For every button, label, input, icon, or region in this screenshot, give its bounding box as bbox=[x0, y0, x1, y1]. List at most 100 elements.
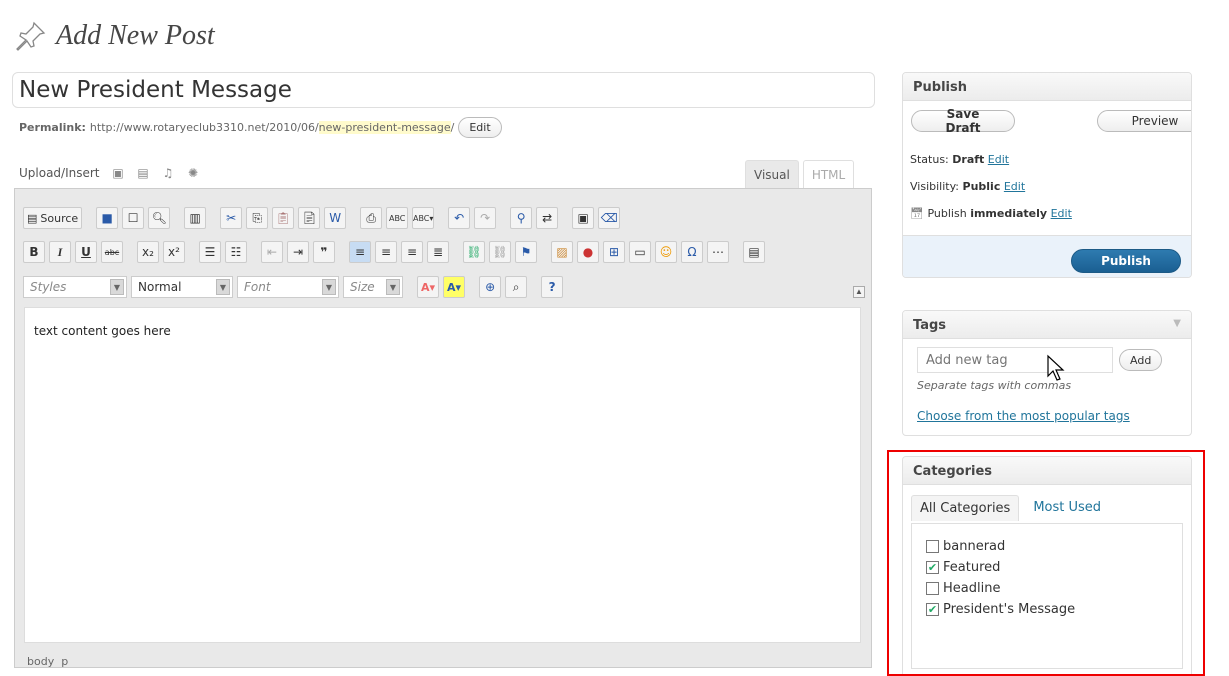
numbered-list-icon[interactable]: ☰ bbox=[199, 241, 221, 263]
find-icon[interactable]: ⚲ bbox=[510, 207, 533, 229]
horizontal-rule-icon[interactable]: ▭ bbox=[629, 241, 651, 263]
tab-most-used[interactable]: Most Used bbox=[1025, 495, 1109, 521]
category-label: Headline bbox=[943, 581, 1001, 596]
preview-button[interactable]: Preview bbox=[1097, 110, 1191, 132]
bulleted-list-icon[interactable]: ☷ bbox=[225, 241, 247, 263]
status-edit-link[interactable]: Edit bbox=[988, 153, 1009, 166]
strikethrough-icon[interactable]: abc bbox=[101, 241, 123, 263]
checkbox-checked-icon[interactable]: ✔ bbox=[926, 561, 939, 574]
text-color-icon[interactable]: A▾ bbox=[417, 276, 440, 298]
blockquote-icon[interactable]: ❞ bbox=[313, 241, 335, 263]
align-center-icon[interactable]: ≡ bbox=[375, 241, 397, 263]
outdent-icon[interactable]: ⇤ bbox=[261, 241, 283, 263]
publish-box-title: Publish bbox=[913, 80, 967, 95]
help-icon[interactable]: ? bbox=[541, 276, 564, 298]
post-title-input[interactable] bbox=[12, 72, 875, 108]
permalink-slug[interactable]: new-president-message bbox=[318, 121, 451, 134]
checkbox-checked-icon[interactable]: ✔ bbox=[926, 603, 939, 616]
undo-icon[interactable]: ↶ bbox=[448, 207, 471, 229]
superscript-icon[interactable]: x² bbox=[163, 241, 185, 263]
unlink-icon[interactable]: ⛓ bbox=[489, 241, 511, 263]
category-item[interactable]: ✔ President's Message bbox=[926, 599, 1168, 620]
checkbox-icon[interactable] bbox=[926, 540, 939, 553]
smiley-icon[interactable]: ☺ bbox=[655, 241, 677, 263]
maximize-icon[interactable]: ⊕ bbox=[479, 276, 502, 298]
visibility-edit-link[interactable]: Edit bbox=[1004, 180, 1025, 193]
add-image-icon[interactable]: ▣ bbox=[112, 167, 125, 179]
font-select[interactable]: Font ▼ bbox=[237, 276, 339, 298]
paste-word-icon[interactable]: W bbox=[324, 207, 347, 229]
collapse-toolbar-icon[interactable]: ▲ bbox=[853, 286, 865, 298]
redo-icon[interactable]: ↷ bbox=[474, 207, 497, 229]
format-select[interactable]: Normal ▼ bbox=[131, 276, 233, 298]
remove-format-icon[interactable]: ⌫ bbox=[598, 207, 621, 229]
show-blocks-icon[interactable]: ⌕ bbox=[505, 276, 528, 298]
source-button[interactable]: ▤ Source bbox=[23, 207, 83, 229]
flash-icon[interactable]: ● bbox=[577, 241, 599, 263]
permalink-edit-button[interactable]: Edit bbox=[458, 117, 502, 138]
print-icon[interactable]: ⎙ bbox=[360, 207, 383, 229]
add-audio-icon[interactable]: ♫ bbox=[162, 167, 175, 179]
cut-icon[interactable]: ✂ bbox=[220, 207, 243, 229]
checkbox-icon[interactable] bbox=[926, 582, 939, 595]
tab-visual[interactable]: Visual bbox=[745, 160, 799, 188]
add-media-icon[interactable]: ✺ bbox=[187, 167, 200, 179]
popular-tags-link[interactable]: Choose from the most popular tags bbox=[917, 409, 1130, 423]
tab-html[interactable]: HTML bbox=[802, 160, 855, 188]
justify-icon[interactable]: ≣ bbox=[427, 241, 449, 263]
align-left-icon[interactable]: ≡ bbox=[349, 241, 371, 263]
categories-box-header[interactable]: Categories bbox=[903, 457, 1191, 485]
publish-footer: Publish bbox=[903, 235, 1191, 277]
categories-box: Categories All Categories Most Used bann… bbox=[902, 456, 1192, 676]
styles-select[interactable]: Styles ▼ bbox=[23, 276, 127, 298]
toolbar-row-1: ▤ Source ■ ☐ 🔍︎ ▥ ✂ ⎘ 📋︎ 📄︎ W ⎙ ABC ABC▾ … bbox=[23, 206, 621, 230]
tags-box-header[interactable]: Tags ▼ bbox=[903, 311, 1191, 339]
replace-icon[interactable]: ⇄ bbox=[536, 207, 559, 229]
chevron-down-icon: ▼ bbox=[216, 279, 230, 295]
add-video-icon[interactable]: ▤ bbox=[137, 167, 150, 179]
bold-icon[interactable]: B bbox=[23, 241, 45, 263]
subscript-icon[interactable]: x₂ bbox=[137, 241, 159, 263]
select-all-icon[interactable]: ▣ bbox=[572, 207, 595, 229]
toggle-arrow-icon[interactable]: ▼ bbox=[1173, 318, 1181, 331]
spellcheck-icon[interactable]: ABC bbox=[386, 207, 409, 229]
editor-content-area[interactable]: text content goes here bbox=[24, 307, 861, 643]
publish-button[interactable]: Publish bbox=[1071, 249, 1181, 273]
preview-icon[interactable]: 🔍︎ bbox=[148, 207, 171, 229]
new-page-icon[interactable]: ☐ bbox=[122, 207, 145, 229]
align-right-icon[interactable]: ≡ bbox=[401, 241, 423, 263]
size-select[interactable]: Size ▼ bbox=[343, 276, 403, 298]
save-draft-button[interactable]: Save Draft bbox=[911, 107, 1015, 135]
image-icon[interactable]: ▨ bbox=[551, 241, 573, 263]
publish-box-header[interactable]: Publish bbox=[903, 73, 1191, 101]
publish-box: Publish Save Draft Preview Status: Draft… bbox=[902, 72, 1192, 278]
underline-icon[interactable]: U bbox=[75, 241, 97, 263]
category-label: President's Message bbox=[943, 602, 1076, 617]
schedule-edit-link[interactable]: Edit bbox=[1051, 207, 1072, 220]
page-title: Add New Post bbox=[56, 20, 215, 51]
toolbar-row-2: B I U abc x₂ x² ☰ ☷ ⇤ ⇥ ❞ ≡ ≡ ≡ ≣ ⛓ ⛓ ⚑ … bbox=[23, 240, 765, 264]
templates-icon[interactable]: ▥ bbox=[184, 207, 207, 229]
special-char-icon[interactable]: Ω bbox=[681, 241, 703, 263]
iframe-icon[interactable]: ▤ bbox=[743, 241, 765, 263]
page-break-icon[interactable]: ⋯ bbox=[707, 241, 729, 263]
paste-icon[interactable]: 📋︎ bbox=[272, 207, 295, 229]
anchor-icon[interactable]: ⚑ bbox=[515, 241, 537, 263]
editor-text: text content goes here bbox=[34, 324, 171, 338]
add-tag-button[interactable]: Add bbox=[1119, 349, 1163, 371]
link-icon[interactable]: ⛓ bbox=[463, 241, 485, 263]
category-item[interactable]: Headline bbox=[926, 578, 1168, 599]
paste-text-icon[interactable]: 📄︎ bbox=[298, 207, 321, 229]
category-item[interactable]: ✔ Featured bbox=[926, 557, 1168, 578]
save-icon[interactable]: ■ bbox=[96, 207, 119, 229]
chevron-down-icon: ▼ bbox=[110, 279, 124, 295]
spellcheck-as-you-type-icon[interactable]: ABC▾ bbox=[412, 207, 435, 229]
tab-all-categories[interactable]: All Categories bbox=[911, 495, 1020, 521]
table-icon[interactable]: ⊞ bbox=[603, 241, 625, 263]
category-item[interactable]: bannerad bbox=[926, 536, 1168, 557]
indent-icon[interactable]: ⇥ bbox=[287, 241, 309, 263]
copy-icon[interactable]: ⎘ bbox=[246, 207, 269, 229]
italic-icon[interactable]: I bbox=[49, 241, 71, 263]
bg-color-icon[interactable]: A▾ bbox=[443, 276, 466, 298]
tag-input[interactable] bbox=[917, 347, 1113, 373]
